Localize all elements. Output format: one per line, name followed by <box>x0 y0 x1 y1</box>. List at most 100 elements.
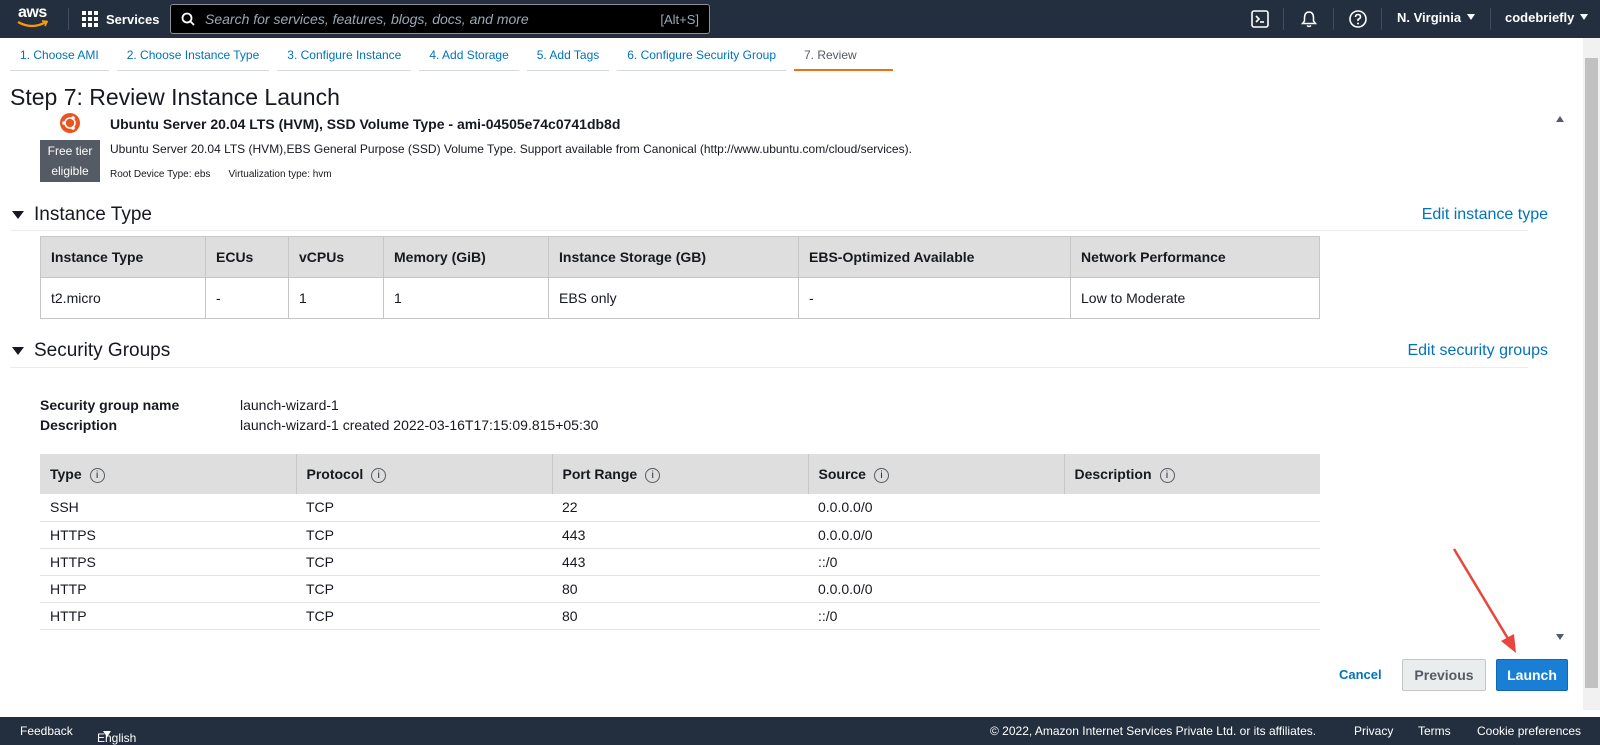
free-tier-line2: eligible <box>51 164 89 178</box>
grid-icon <box>82 11 98 27</box>
table-cell: TCP <box>296 575 552 603</box>
security-groups-heading: Security Groups <box>34 340 171 361</box>
table-cell: 0.0.0.0/0 <box>808 494 1064 522</box>
table-row: HTTPS TCP 443 0.0.0.0/0 <box>40 521 1320 549</box>
table-row: HTTPS TCP 443 ::/0 <box>40 548 1320 576</box>
edit-security-groups-link[interactable]: Edit security groups <box>1407 342 1548 360</box>
info-icon[interactable]: i <box>645 467 661 483</box>
instance-type-heading: Instance Type <box>34 204 152 225</box>
bell-icon[interactable] <box>1299 9 1319 29</box>
edit-instance-type-link[interactable]: Edit instance type <box>1422 206 1548 224</box>
services-menu[interactable]: Services <box>82 8 160 30</box>
launch-button[interactable]: Launch <box>1496 659 1568 691</box>
section-divider <box>10 367 1528 368</box>
column-label: Description <box>1074 465 1152 482</box>
previous-button[interactable]: Previous <box>1402 659 1486 691</box>
search-input[interactable] <box>205 11 661 27</box>
table-cell: HTTPS <box>40 521 296 549</box>
tab-add-tags[interactable]: 5. Add Tags <box>526 44 610 71</box>
table-cell <box>1064 602 1320 630</box>
column-label: Protocol <box>306 465 364 482</box>
cancel-button[interactable]: Cancel <box>1339 667 1382 682</box>
chevron-down-icon <box>103 731 111 737</box>
services-label: Services <box>106 11 160 27</box>
table-cell: TCP <box>296 548 552 576</box>
column-label: Source <box>818 465 866 482</box>
security-groups-section-toggle[interactable]: Security Groups <box>12 340 170 362</box>
chevron-down-icon <box>1580 14 1589 20</box>
table-cell: - <box>798 277 1071 319</box>
info-icon[interactable]: i <box>1159 467 1175 483</box>
instance-type-section-toggle[interactable]: Instance Type <box>12 204 152 226</box>
table-cell: 80 <box>552 602 808 630</box>
info-icon[interactable]: i <box>371 467 387 483</box>
help-icon[interactable] <box>1348 9 1368 29</box>
cookie-preferences-link[interactable]: Cookie preferences <box>1477 724 1581 738</box>
column-header: vCPUs <box>288 236 384 278</box>
table-cell: HTTPS <box>40 548 296 576</box>
table-cell <box>1064 494 1320 522</box>
section-divider <box>10 230 1528 231</box>
scroll-down-icon[interactable] <box>1556 634 1564 640</box>
page-scrollbar-thumb[interactable] <box>1585 58 1598 688</box>
table-cell: HTTP <box>40 575 296 603</box>
account-name: codebriefly <box>1505 10 1575 25</box>
column-header: Memory (GiB) <box>383 236 549 278</box>
table-row: HTTP TCP 80 ::/0 <box>40 602 1320 630</box>
account-menu[interactable]: codebriefly <box>1505 10 1589 25</box>
nav-divider <box>1333 8 1334 30</box>
info-icon[interactable]: i <box>873 467 889 483</box>
instance-type-table: Instance Type ECUs vCPUs Memory (GiB) In… <box>40 236 1320 319</box>
table-cell: 443 <box>552 521 808 549</box>
content-scrollbar[interactable] <box>1552 110 1568 648</box>
ubuntu-logo-icon <box>60 113 80 133</box>
scroll-up-icon[interactable] <box>1556 116 1564 122</box>
root-device-type: Root Device Type: ebs <box>110 169 211 180</box>
table-row: t2.micro - 1 1 EBS only - Low to Moderat… <box>40 277 1320 319</box>
column-header-port-range: Port Range i <box>552 454 809 494</box>
search-shortcut: [Alt+S] <box>660 11 699 27</box>
terms-link[interactable]: Terms <box>1418 724 1451 738</box>
table-cell: EBS only <box>548 277 799 319</box>
ami-description: Ubuntu Server 20.04 LTS (HVM),EBS Genera… <box>110 142 912 156</box>
table-cell <box>1064 521 1320 549</box>
security-group-description-value: launch-wizard-1 created 2022-03-16T17:15… <box>240 417 599 433</box>
privacy-link[interactable]: Privacy <box>1354 724 1393 738</box>
ami-title: Ubuntu Server 20.04 LTS (HVM), SSD Volum… <box>110 116 621 132</box>
tab-choose-ami[interactable]: 1. Choose AMI <box>10 44 109 71</box>
table-cell: 0.0.0.0/0 <box>808 521 1064 549</box>
wizard-steps: 1. Choose AMI 2. Choose Instance Type 3.… <box>10 44 901 72</box>
table-cell: HTTP <box>40 602 296 630</box>
tab-add-storage[interactable]: 4. Add Storage <box>419 44 519 71</box>
tab-choose-instance-type[interactable]: 2. Choose Instance Type <box>116 44 270 71</box>
column-header-description: Description i <box>1064 454 1320 494</box>
column-label: Port Range <box>562 465 638 482</box>
tab-configure-instance[interactable]: 3. Configure Instance <box>277 44 412 71</box>
region-selector[interactable]: N. Virginia <box>1397 10 1476 25</box>
security-group-name-value: launch-wizard-1 <box>240 397 339 413</box>
search-bar[interactable]: [Alt+S] <box>170 4 710 34</box>
ami-meta: Root Device Type: ebs Virtualization typ… <box>110 169 332 180</box>
aws-logo[interactable]: aws <box>16 4 50 32</box>
caret-down-icon <box>12 211 24 219</box>
cloudshell-icon[interactable] <box>1250 9 1270 29</box>
nav-divider <box>1381 8 1382 30</box>
aws-smile-icon <box>17 20 48 28</box>
table-cell <box>1064 548 1320 576</box>
table-cell: TCP <box>296 521 552 549</box>
search-icon <box>181 12 195 26</box>
table-cell: - <box>205 277 289 319</box>
feedback-link[interactable]: Feedback <box>20 724 73 738</box>
security-rules-table: Type i Protocol i Port Range i Source i Desc… <box>40 454 1320 630</box>
page-scrollbar[interactable] <box>1583 38 1600 710</box>
table-cell: SSH <box>40 494 296 522</box>
table-row: HTTP TCP 80 0.0.0.0/0 <box>40 575 1320 603</box>
table-cell: TCP <box>296 602 552 630</box>
nav-divider <box>68 8 69 30</box>
tab-configure-security-group[interactable]: 6. Configure Security Group <box>617 44 786 71</box>
column-header-protocol: Protocol i <box>296 454 553 494</box>
tab-review[interactable]: 7. Review <box>794 44 893 71</box>
table-cell: 22 <box>552 494 808 522</box>
info-icon[interactable]: i <box>89 467 105 483</box>
security-group-name-label: Security group name <box>40 397 180 413</box>
